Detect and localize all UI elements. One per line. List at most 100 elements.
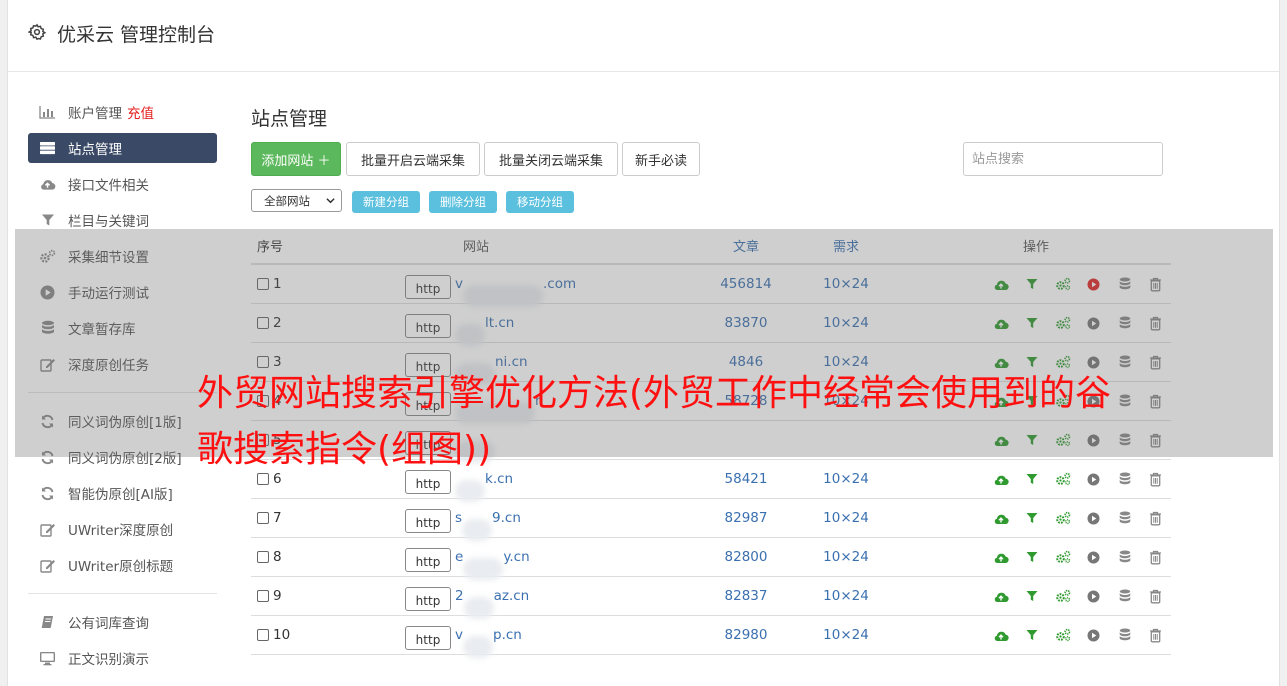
site-search-input[interactable] bbox=[963, 142, 1163, 176]
trash-icon[interactable] bbox=[1140, 587, 1171, 605]
table-row: 10 http v p.cn 82980 10×24 bbox=[251, 616, 1171, 658]
table-row: 7 http s 9.cn 82987 10×24 bbox=[251, 499, 1171, 541]
domain-suffix: p.cn bbox=[493, 627, 522, 643]
filter-icon[interactable] bbox=[1016, 548, 1047, 566]
site-domain-link[interactable]: s 9.cn bbox=[455, 510, 521, 541]
sidebar-item-label: 站点管理 bbox=[68, 142, 122, 158]
row-number-cell: 7 bbox=[251, 510, 331, 526]
protocol-badge: http bbox=[405, 626, 451, 650]
database-icon[interactable] bbox=[1109, 509, 1140, 527]
filter-icon[interactable] bbox=[1016, 626, 1047, 644]
row-checkbox[interactable] bbox=[257, 512, 269, 524]
page-title: 站点管理 bbox=[251, 108, 328, 130]
domain-prefix: s bbox=[455, 510, 463, 526]
site-cell: http 2 az.cn bbox=[331, 581, 701, 619]
sidebar-item[interactable]: 智能伪原创[AI版] bbox=[28, 475, 217, 511]
sidebar-item-label: UWriter深度原创 bbox=[68, 523, 174, 539]
database-icon[interactable] bbox=[1109, 626, 1140, 644]
filter-icon bbox=[39, 212, 56, 229]
group-select-value: 全部网站 bbox=[264, 193, 310, 208]
protocol-badge: http bbox=[405, 587, 451, 611]
sidebar-item-label: 正文识别演示 bbox=[68, 652, 149, 668]
edit-icon bbox=[39, 521, 56, 538]
recharge-link[interactable]: 充值 bbox=[127, 102, 154, 122]
sidebar-item[interactable]: 站点管理 bbox=[28, 133, 217, 163]
sidebar-item[interactable]: 账户管理 充值 bbox=[28, 94, 217, 130]
article-count[interactable]: 82800 bbox=[701, 549, 791, 565]
row-number-cell: 8 bbox=[251, 549, 331, 565]
database-icon[interactable] bbox=[1109, 548, 1140, 566]
bar-chart-icon bbox=[39, 104, 56, 121]
sidebar-item[interactable]: 接口文件相关 bbox=[28, 166, 217, 202]
demand-value[interactable]: 10×24 bbox=[791, 588, 901, 604]
demand-value[interactable]: 10×24 bbox=[791, 510, 901, 526]
database-icon[interactable] bbox=[1109, 587, 1140, 605]
row-checkbox[interactable] bbox=[257, 629, 269, 641]
trash-icon[interactable] bbox=[1140, 470, 1171, 488]
protocol-badge: http bbox=[405, 548, 451, 572]
sidebar-item[interactable]: 公有词库查询 bbox=[28, 604, 217, 640]
domain-prefix: v bbox=[455, 627, 463, 643]
sidebar-item-label: 栏目与关键词 bbox=[68, 214, 149, 230]
site-domain-link[interactable]: e y.cn bbox=[455, 549, 530, 580]
add-site-button[interactable]: 添加网站 ＋ bbox=[251, 142, 341, 176]
cogs-icon[interactable] bbox=[1047, 626, 1078, 644]
cloud-upload-icon[interactable] bbox=[985, 509, 1016, 527]
filter-icon[interactable] bbox=[1016, 509, 1047, 527]
site-domain-link[interactable]: v p.cn bbox=[455, 627, 522, 658]
article-count[interactable]: 82987 bbox=[701, 510, 791, 526]
cloud-upload-icon[interactable] bbox=[985, 626, 1016, 644]
domain-suffix: az.cn bbox=[493, 588, 530, 604]
domain-prefix: e bbox=[455, 549, 464, 565]
site-cell: http s 9.cn bbox=[331, 503, 701, 541]
cloud-upload-icon[interactable] bbox=[985, 548, 1016, 566]
move-group-button[interactable]: 移动分组 bbox=[506, 191, 574, 213]
sidebar-item[interactable]: UWriter原创标题 bbox=[28, 547, 217, 583]
play-circle-icon[interactable] bbox=[1078, 626, 1109, 644]
row-number-cell: 10 bbox=[251, 627, 331, 643]
group-select[interactable]: 全部网站 bbox=[251, 189, 342, 212]
chevron-down-icon bbox=[326, 198, 335, 204]
trash-icon[interactable] bbox=[1140, 626, 1171, 644]
cogs-icon[interactable] bbox=[1047, 587, 1078, 605]
cogs-icon[interactable] bbox=[1047, 548, 1078, 566]
article-count[interactable]: 82837 bbox=[701, 588, 791, 604]
monitor-icon bbox=[39, 650, 56, 667]
row-number: 8 bbox=[273, 549, 282, 565]
filter-icon[interactable] bbox=[1016, 587, 1047, 605]
batch-close-cloud-button[interactable]: 批量关闭云端采集 bbox=[484, 142, 618, 176]
demand-value[interactable]: 10×24 bbox=[791, 549, 901, 565]
row-number-cell: 9 bbox=[251, 588, 331, 604]
play-circle-icon[interactable] bbox=[1078, 548, 1109, 566]
article-count[interactable]: 82980 bbox=[701, 627, 791, 643]
table-row: 8 http e y.cn 82800 10×24 bbox=[251, 538, 1171, 580]
domain-prefix: 2 bbox=[455, 588, 464, 604]
batch-open-cloud-button[interactable]: 批量开启云端采集 bbox=[346, 142, 480, 176]
trash-icon[interactable] bbox=[1140, 509, 1171, 527]
row-checkbox[interactable] bbox=[257, 590, 269, 602]
sidebar-item[interactable]: 正文识别演示 bbox=[28, 640, 217, 676]
server-icon bbox=[39, 140, 56, 157]
cloud-upload-icon[interactable] bbox=[985, 587, 1016, 605]
cogs-icon[interactable] bbox=[1047, 509, 1078, 527]
row-actions bbox=[901, 509, 1171, 527]
sidebar-divider bbox=[28, 593, 217, 594]
demand-value[interactable]: 10×24 bbox=[791, 627, 901, 643]
delete-group-button[interactable]: 删除分组 bbox=[429, 191, 497, 213]
trash-icon[interactable] bbox=[1140, 548, 1171, 566]
row-number: 9 bbox=[273, 588, 282, 604]
play-circle-icon[interactable] bbox=[1078, 587, 1109, 605]
beginner-guide-button[interactable]: 新手必读 bbox=[622, 142, 700, 176]
sidebar-item-label: UWriter原创标题 bbox=[68, 559, 174, 575]
sidebar-item[interactable]: UWriter深度原创 bbox=[28, 511, 217, 547]
new-group-button[interactable]: 新建分组 bbox=[352, 191, 420, 213]
gear-icon bbox=[28, 23, 46, 41]
play-circle-icon[interactable] bbox=[1078, 509, 1109, 527]
domain-suffix: y.cn bbox=[503, 549, 530, 565]
table-row: 9 http 2 az.cn 82837 10×24 bbox=[251, 577, 1171, 619]
protocol-badge: http bbox=[405, 509, 451, 533]
site-domain-link[interactable]: 2 az.cn bbox=[455, 588, 530, 619]
app-title: 优采云 管理控制台 bbox=[57, 24, 216, 46]
sidebar-item-label: 接口文件相关 bbox=[68, 178, 149, 194]
row-checkbox[interactable] bbox=[257, 551, 269, 563]
